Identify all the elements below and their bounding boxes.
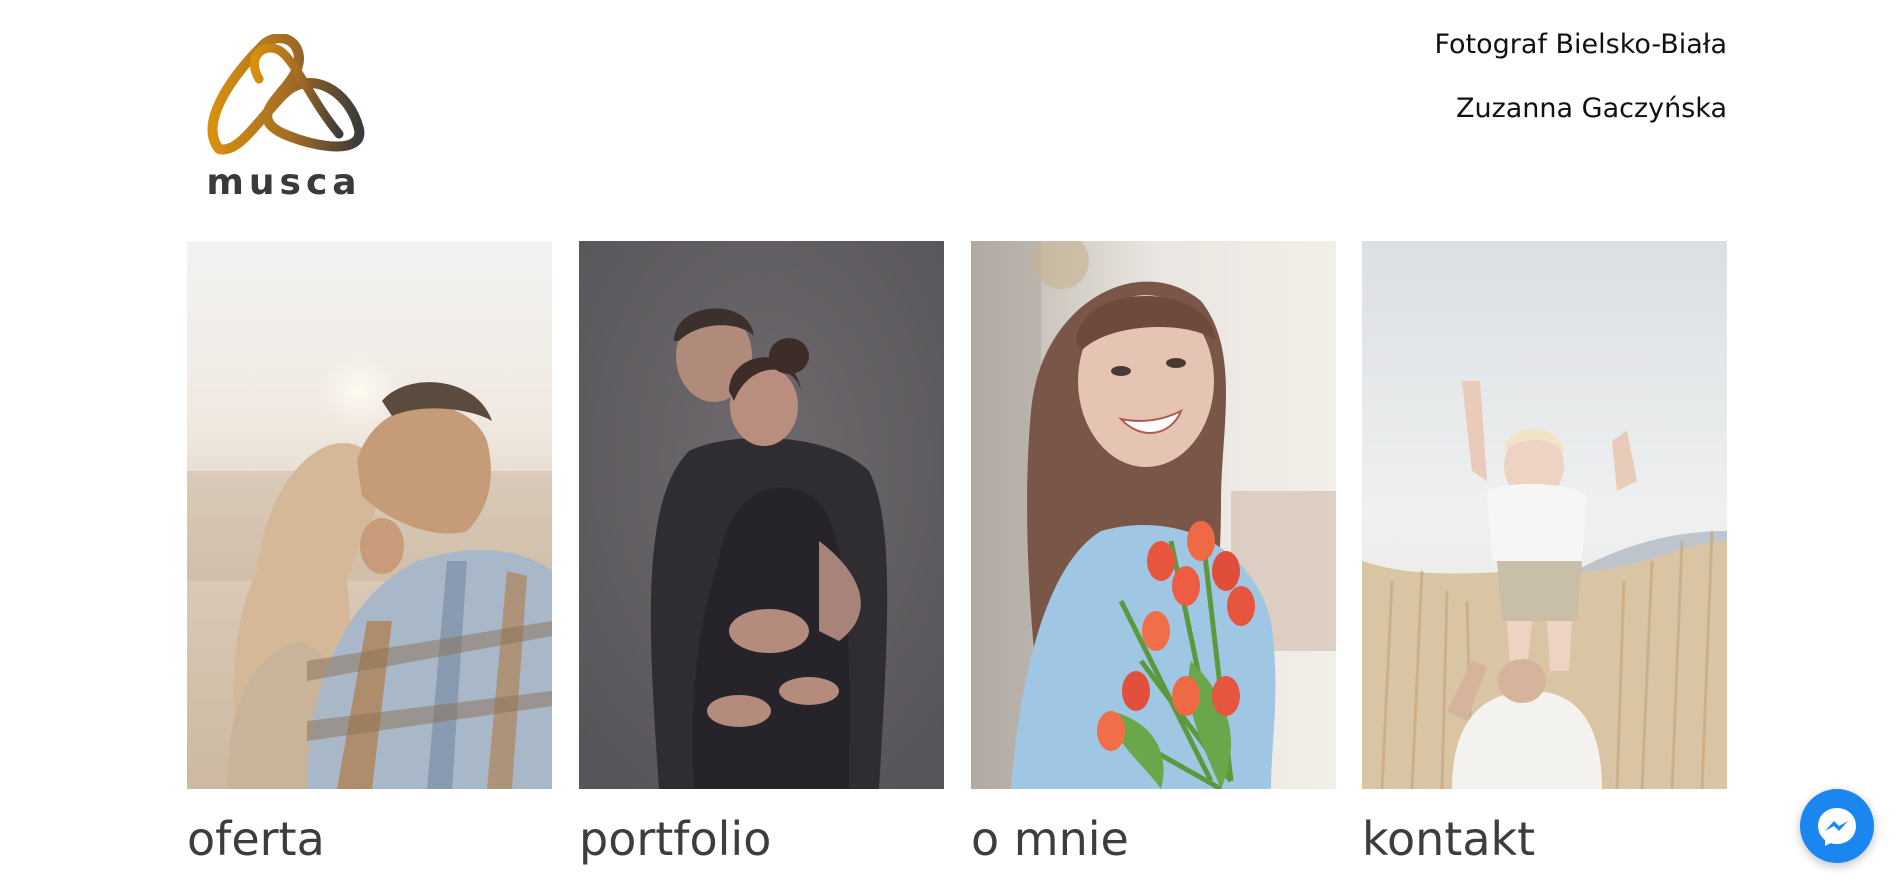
logo-link[interactable]: musca	[199, 34, 369, 204]
tile-label-oferta: oferta	[187, 812, 325, 866]
couple-kiss-photo	[187, 241, 552, 789]
site-header: musca Fotograf Bielsko-Biała Zuzanna Gac…	[187, 0, 1727, 220]
nav-link-photographer[interactable]: Fotograf Bielsko-Biała	[1434, 28, 1727, 62]
nav-link-author-name[interactable]: Zuzanna Gaczyńska	[1434, 92, 1727, 126]
tile-label-o-mnie: o mnie	[971, 812, 1129, 866]
page: musca Fotograf Bielsko-Biała Zuzanna Gac…	[0, 0, 1899, 889]
messenger-chat-button[interactable]	[1800, 789, 1874, 863]
messenger-icon	[1818, 808, 1856, 846]
logo-text: musca	[206, 162, 362, 203]
tile-grid: oferta portfolio o mnie kontakt	[187, 241, 1727, 889]
tile-portfolio[interactable]: portfolio	[579, 241, 944, 889]
logo-icon	[207, 34, 365, 155]
maternity-couple-photo	[579, 241, 944, 789]
tile-oferta[interactable]: oferta	[187, 241, 552, 889]
header-nav: Fotograf Bielsko-Biała Zuzanna Gaczyńska	[1434, 28, 1727, 156]
woman-with-tulips-photo	[971, 241, 1336, 789]
tile-label-portfolio: portfolio	[579, 812, 772, 866]
tile-kontakt[interactable]: kontakt	[1362, 241, 1727, 889]
tile-label-kontakt: kontakt	[1362, 812, 1536, 866]
child-in-field-photo	[1362, 241, 1727, 789]
tile-o-mnie[interactable]: o mnie	[971, 241, 1336, 889]
